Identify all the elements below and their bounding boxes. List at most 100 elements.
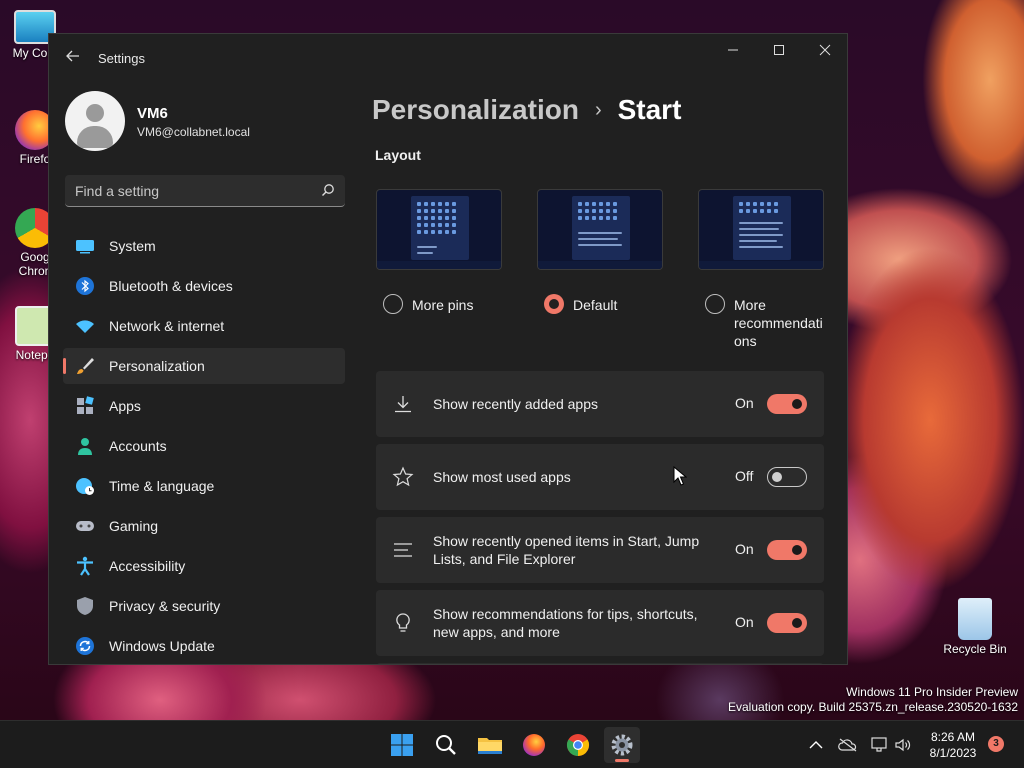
- minimize-icon: [728, 49, 738, 51]
- minimize-button[interactable]: [710, 34, 756, 66]
- toggle-switch[interactable]: [767, 613, 807, 633]
- sidebar-item-privacy[interactable]: Privacy & security: [63, 588, 345, 624]
- wifi-icon: [75, 316, 95, 336]
- avatar-head: [86, 104, 104, 122]
- cloud-offline-icon: [838, 738, 857, 752]
- search-input[interactable]: [65, 175, 315, 206]
- globe-clock-icon: [75, 476, 95, 496]
- sidebar-item-label: Apps: [109, 398, 141, 414]
- person-icon: [75, 436, 95, 456]
- sidebar-item-bluetooth[interactable]: Bluetooth & devices: [63, 268, 345, 304]
- breadcrumb-parent[interactable]: Personalization: [372, 94, 579, 126]
- sidebar-item-system[interactable]: System: [63, 228, 345, 264]
- radio-button-checked[interactable]: [544, 294, 564, 314]
- lightbulb-icon: [392, 612, 414, 634]
- layout-option-more-pins[interactable]: More pins: [383, 294, 473, 314]
- user-email: VM6@collabnet.local: [137, 125, 250, 139]
- sidebar-nav: System Bluetooth & devices Network & int…: [63, 228, 345, 664]
- setting-show-recommendations: Show recommendations for tips, shortcuts…: [376, 590, 824, 656]
- sidebar-item-time-language[interactable]: Time & language: [63, 468, 345, 504]
- settings-window: Settings VM6 VM6@collabnet.local System …: [48, 33, 848, 665]
- close-icon: [819, 44, 831, 56]
- layout-preview-more-pins[interactable]: [376, 189, 502, 270]
- radio-label: More pins: [412, 297, 474, 313]
- pins-grid: [578, 202, 617, 220]
- sidebar-item-label: Network & internet: [109, 318, 225, 334]
- onedrive-tray-icon[interactable]: [838, 735, 858, 755]
- layout-preview-default[interactable]: [537, 189, 663, 270]
- mouse-cursor-icon: [673, 466, 687, 486]
- show-hidden-icons-button[interactable]: [806, 735, 826, 755]
- windows-logo-icon: [391, 734, 413, 756]
- desktop-icon-label: Recycle Bin: [943, 642, 1007, 656]
- breadcrumb: Personalization › Start: [372, 92, 681, 128]
- toggle-state: On: [735, 395, 754, 411]
- setting-show-most-used-apps: Show most used apps Off: [376, 444, 824, 510]
- avatar[interactable]: [65, 91, 125, 151]
- layout-option-more-recommendations[interactable]: More recommendati ons: [705, 294, 823, 350]
- chevron-up-icon: [809, 741, 823, 749]
- bluetooth-icon: [75, 276, 95, 296]
- search-icon[interactable]: [321, 183, 335, 197]
- close-button[interactable]: [802, 34, 847, 66]
- recommendations-lines: [578, 232, 622, 250]
- page-title: Start: [617, 94, 682, 125]
- search-icon: [436, 735, 456, 755]
- desktop-icon-recycle-bin[interactable]: Recycle Bin: [940, 598, 1010, 656]
- setting-label: Show recommendations for tips, shortcuts…: [433, 606, 698, 640]
- search-box[interactable]: [65, 175, 345, 207]
- sidebar-item-gaming[interactable]: Gaming: [63, 508, 345, 544]
- sidebar-item-apps[interactable]: Apps: [63, 388, 345, 424]
- sidebar-item-personalization[interactable]: Personalization: [63, 348, 345, 384]
- network-tray-icon[interactable]: [870, 735, 890, 755]
- sidebar-item-accessibility[interactable]: Accessibility: [63, 548, 345, 584]
- desktop-icon-label: Firefo: [19, 152, 51, 166]
- title-bar[interactable]: Settings: [49, 34, 847, 80]
- toggle-state: On: [735, 614, 754, 630]
- sidebar-item-windows-update[interactable]: Windows Update: [63, 628, 345, 664]
- setting-show-recently-added-apps: Show recently added apps On: [376, 371, 824, 437]
- list-icon: [392, 539, 414, 561]
- user-name: VM6: [137, 105, 168, 122]
- maximize-button[interactable]: [756, 34, 802, 66]
- sidebar-item-label: Accounts: [109, 438, 167, 454]
- volume-tray-icon[interactable]: [893, 735, 913, 755]
- toggle-state: Off: [735, 468, 754, 484]
- start-button[interactable]: [384, 727, 420, 763]
- search-taskbar-button[interactable]: [428, 727, 464, 763]
- toggle-switch[interactable]: [767, 540, 807, 560]
- watermark-line: Windows 11 Pro Insider Preview: [846, 685, 1018, 699]
- monitor-icon: [75, 236, 95, 256]
- apps-icon: [75, 396, 95, 416]
- back-button[interactable]: [63, 48, 83, 68]
- taskbar-clock[interactable]: 8:26 AM 8/1/2023: [920, 729, 986, 761]
- taskbar-preview: [538, 261, 662, 269]
- file-explorer-button[interactable]: [472, 727, 508, 763]
- clock-time: 8:26 AM: [930, 730, 976, 744]
- sidebar-item-network[interactable]: Network & internet: [63, 308, 345, 344]
- radio-button[interactable]: [383, 294, 403, 314]
- update-icon: [75, 636, 95, 656]
- layout-option-default[interactable]: Default: [544, 294, 617, 314]
- radio-button[interactable]: [705, 294, 725, 314]
- firefox-icon: [523, 734, 545, 756]
- toggle-switch[interactable]: [767, 394, 807, 414]
- setting-label: Show most used apps: [433, 469, 571, 485]
- sidebar-item-accounts[interactable]: Accounts: [63, 428, 345, 464]
- clock-date: 8/1/2023: [929, 746, 977, 760]
- toggle-switch[interactable]: [767, 467, 807, 487]
- maximize-icon: [774, 45, 784, 55]
- setting-label: Show recently added apps: [433, 396, 598, 412]
- chrome-taskbar-button[interactable]: [560, 727, 596, 763]
- layout-preview-more-recommendations[interactable]: [698, 189, 824, 270]
- sidebar-item-label: System: [109, 238, 156, 254]
- sidebar-item-label: Personalization: [109, 358, 205, 374]
- sidebar-item-label: Windows Update: [109, 638, 215, 654]
- firefox-taskbar-button[interactable]: [516, 727, 552, 763]
- layout-heading: Layout: [375, 147, 421, 163]
- settings-taskbar-button[interactable]: [604, 727, 640, 763]
- recommendations-lines: [417, 246, 437, 258]
- notification-badge[interactable]: 3: [988, 736, 1004, 752]
- radio-label: Default: [573, 297, 618, 313]
- paintbrush-icon: [75, 356, 95, 376]
